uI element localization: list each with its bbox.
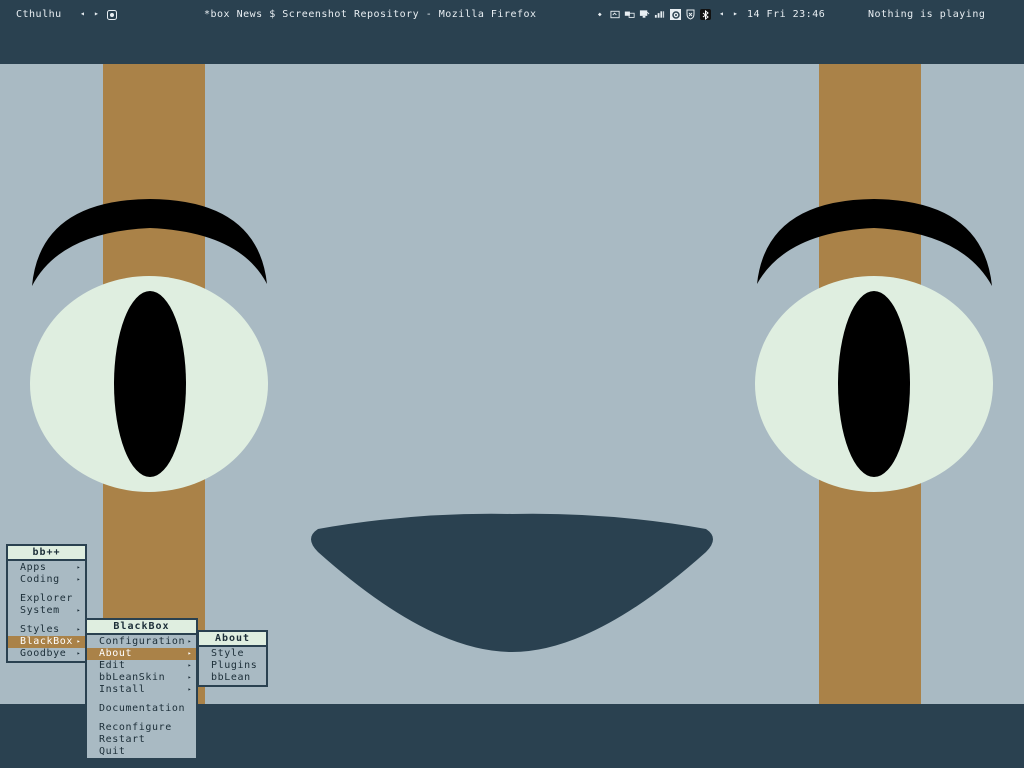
top-toolbar: Cthulhu ◂ ▸ *box News $ Screenshot Repos…	[0, 0, 1024, 64]
menu-item-quit[interactable]: Quit	[87, 746, 196, 758]
menu-item-explorer[interactable]: Explorer	[8, 593, 85, 605]
left-pupil	[114, 291, 186, 477]
menu-item-styles[interactable]: Styles ▸	[8, 624, 85, 636]
submenu-arrow-icon: ▸	[76, 564, 81, 571]
menu-item-label: Quit	[99, 746, 126, 757]
window-icon[interactable]	[610, 9, 621, 20]
menu-item-edit[interactable]: Edit ▸	[87, 660, 196, 672]
menu-item-style[interactable]: Style	[199, 648, 266, 660]
media-status[interactable]: Nothing is playing	[868, 9, 985, 20]
menu-item-documentation[interactable]: Documentation	[87, 703, 196, 715]
menu-item-about[interactable]: About ▸	[87, 648, 196, 660]
menu-item-label: Reconfigure	[99, 722, 172, 733]
submenu-arrow-icon: ▸	[76, 638, 81, 645]
signal-icon[interactable]	[654, 9, 665, 20]
menu-item-label: Install	[99, 684, 146, 695]
menu-item-label: Plugins	[211, 660, 258, 671]
menu-item-label: Style	[211, 648, 245, 659]
submenu-arrow-icon: ▸	[187, 638, 192, 645]
menu-item-system[interactable]: System ▸	[8, 605, 85, 617]
submenu-arrow-icon: ▸	[187, 650, 192, 657]
bluetooth-icon[interactable]	[700, 9, 711, 20]
app-window-icon[interactable]	[106, 9, 117, 20]
menu-item-label: About	[99, 648, 133, 659]
blackbox-submenu: BlackBox Configuration ▸ About ▸ Edit ▸ bbL…	[85, 618, 198, 760]
menu-item-label: bbLean	[211, 672, 251, 683]
clock[interactable]: 14 Fri 23:46	[747, 9, 825, 20]
menu-item-label: Configuration	[99, 636, 186, 647]
next-day-button[interactable]: ▸	[733, 9, 738, 18]
menu-item-label: bbLeanSkin	[99, 672, 166, 683]
menu-item-label: Styles	[20, 624, 60, 635]
shield-icon[interactable]	[685, 9, 696, 20]
menu-item-label: Coding	[20, 574, 60, 585]
menu-item-reconfigure[interactable]: Reconfigure	[87, 722, 196, 734]
menu-item-bbleanskin[interactable]: bbLeanSkin ▸	[87, 672, 196, 684]
menu-item-bblean[interactable]: bbLean	[199, 672, 266, 684]
menu-item-restart[interactable]: Restart	[87, 734, 196, 746]
prev-day-button[interactable]: ◂	[719, 9, 724, 18]
submenu-arrow-icon: ▸	[76, 576, 81, 583]
settings-icon[interactable]	[670, 9, 681, 20]
window-title[interactable]: *box News $ Screenshot Repository - Mozi…	[204, 9, 537, 20]
main-menu: bb++ Apps ▸ Coding ▸ Explorer System ▸ Styl…	[6, 544, 87, 663]
menu-item-apps[interactable]: Apps ▸	[8, 562, 85, 574]
about-submenu-title: About	[199, 632, 266, 647]
menu-item-blackbox[interactable]: BlackBox ▸	[8, 636, 85, 648]
submenu-arrow-icon: ▸	[187, 686, 192, 693]
menu-item-plugins[interactable]: Plugins	[199, 660, 266, 672]
menu-item-label: Edit	[99, 660, 126, 671]
menu-item-goodbye[interactable]: Goodbye ▸	[8, 648, 85, 660]
network-icon[interactable]	[624, 9, 635, 20]
menu-item-configuration[interactable]: Configuration ▸	[87, 636, 196, 648]
tray-bullet-icon: ◆	[598, 11, 602, 18]
desktop-wallpaper	[0, 64, 1024, 704]
submenu-arrow-icon: ▸	[76, 607, 81, 614]
menu-item-install[interactable]: Install ▸	[87, 684, 196, 696]
menu-item-label: Apps	[20, 562, 47, 573]
menu-item-label: Explorer	[20, 593, 73, 604]
submenu-arrow-icon: ▸	[187, 662, 192, 669]
menu-item-label: Restart	[99, 734, 146, 745]
menu-item-label: System	[20, 605, 60, 616]
workspace-label[interactable]: Cthulhu	[16, 9, 62, 20]
next-workspace-button[interactable]: ▸	[94, 9, 99, 18]
menu-item-label: Documentation	[99, 703, 186, 714]
menu-item-label: Goodbye	[20, 648, 67, 659]
menu-separator	[87, 715, 196, 722]
submenu-arrow-icon: ▸	[187, 674, 192, 681]
main-menu-title: bb++	[8, 546, 85, 561]
about-submenu: About Style Plugins bbLean	[197, 630, 268, 687]
menu-item-coding[interactable]: Coding ▸	[8, 574, 85, 586]
blackbox-submenu-title: BlackBox	[87, 620, 196, 635]
menu-separator	[8, 586, 85, 593]
submenu-arrow-icon: ▸	[76, 626, 81, 633]
menu-item-label: BlackBox	[20, 636, 73, 647]
menu-separator	[8, 617, 85, 624]
monitor-icon[interactable]	[639, 9, 650, 20]
submenu-arrow-icon: ▸	[76, 650, 81, 657]
right-pupil	[838, 291, 910, 477]
prev-workspace-button[interactable]: ◂	[80, 9, 85, 18]
menu-separator	[87, 696, 196, 703]
